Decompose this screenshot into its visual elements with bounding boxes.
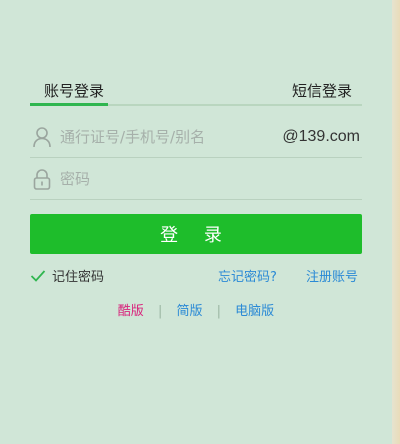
login-panel: 账号登录 短信登录 @139.com 登 录 [0, 0, 392, 444]
password-field [30, 158, 362, 200]
email-domain-suffix: @139.com [282, 128, 360, 145]
version-pc-link[interactable]: 电脑版 [235, 304, 274, 319]
forgot-password-link[interactable]: 忘记密码? [218, 266, 277, 285]
register-link[interactable]: 注册账号 [306, 266, 358, 285]
window-edge [392, 0, 400, 444]
tab-sms-login[interactable]: 短信登录 [292, 80, 352, 101]
version-switcher: 酷版 | 简版 | 电脑版 [0, 300, 392, 319]
user-icon [32, 126, 52, 148]
username-field: @139.com [30, 116, 362, 158]
checkmark-icon[interactable] [30, 268, 46, 282]
version-separator: | [157, 304, 163, 319]
username-input[interactable] [60, 124, 280, 150]
remember-password-label: 记住密码 [52, 270, 105, 285]
version-cool-link[interactable]: 酷版 [118, 304, 144, 319]
password-input[interactable] [60, 166, 280, 192]
login-tabs: 账号登录 短信登录 [30, 70, 362, 106]
tab-account-login[interactable]: 账号登录 [44, 80, 104, 101]
login-button[interactable]: 登 录 [30, 214, 362, 254]
version-separator: | [216, 304, 222, 319]
tab-active-indicator [30, 103, 108, 106]
version-simple-link[interactable]: 简版 [176, 304, 202, 319]
lock-icon [32, 168, 52, 190]
